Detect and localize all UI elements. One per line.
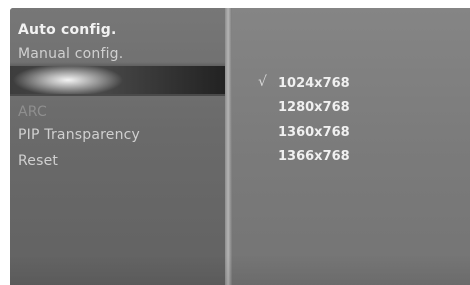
menu-item-selected-resolution[interactable] — [10, 66, 225, 94]
checkmark-icon: √ — [258, 74, 267, 90]
main-menu-panel: Auto config. Manual config. ARC PIP Tran… — [10, 8, 225, 285]
menu-item-auto-config[interactable]: Auto config. — [18, 22, 117, 38]
submenu-panel: √ 1024x768 1280x768 1360x768 1366x768 — [232, 8, 470, 285]
resolution-option-1360x768[interactable]: 1360x768 — [278, 125, 350, 140]
menu-item-arc[interactable]: ARC — [18, 104, 47, 120]
panel-divider — [225, 8, 232, 285]
resolution-option-1366x768[interactable]: 1366x768 — [278, 149, 350, 164]
menu-item-pip-transparency[interactable]: PIP Transparency — [18, 127, 140, 143]
menu-item-reset[interactable]: Reset — [18, 153, 58, 169]
menu-separator — [10, 94, 225, 96]
menu-item-manual-config[interactable]: Manual config. — [18, 46, 123, 62]
bottom-shade — [10, 255, 470, 285]
osd-menu-window: Auto config. Manual config. ARC PIP Tran… — [10, 8, 470, 285]
resolution-option-1280x768[interactable]: 1280x768 — [278, 100, 350, 115]
resolution-option-1024x768[interactable]: 1024x768 — [278, 76, 350, 91]
